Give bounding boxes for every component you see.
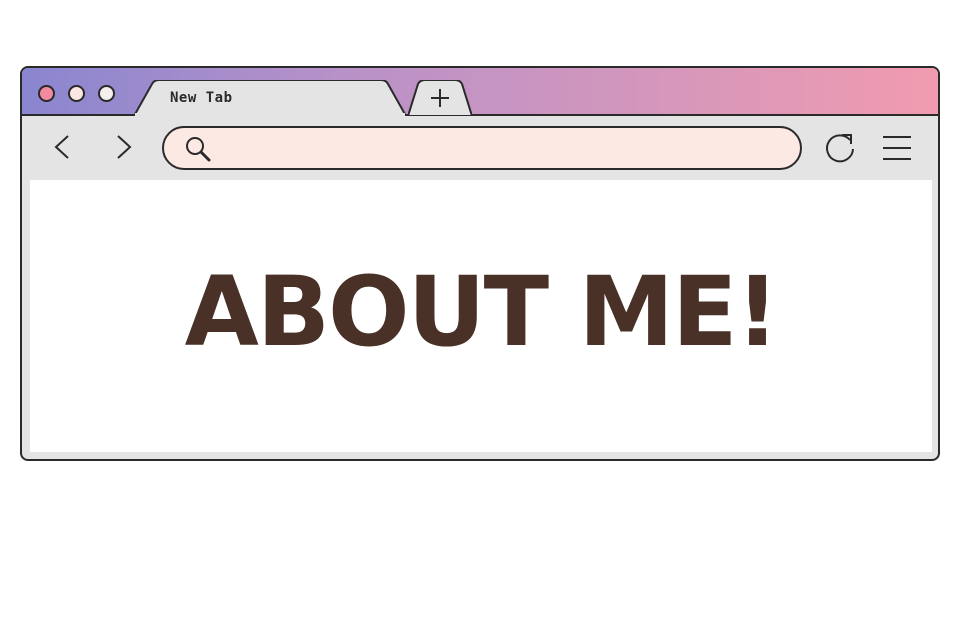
forward-button[interactable] xyxy=(110,134,136,160)
page-heading: ABOUT ME! xyxy=(184,256,780,368)
address-bar[interactable] xyxy=(162,126,802,170)
new-tab-button[interactable] xyxy=(408,80,472,116)
tab-label: New Tab xyxy=(170,90,233,106)
chevron-right-icon xyxy=(117,135,132,159)
maximize-window-button[interactable] xyxy=(98,85,115,102)
hamburger-menu-icon xyxy=(883,136,911,160)
search-icon xyxy=(186,137,211,162)
chevron-left-icon xyxy=(54,135,69,159)
navigation-toolbar xyxy=(22,116,938,178)
back-button[interactable] xyxy=(50,134,76,160)
browser-window: New Tab ABOUT ME! xyxy=(20,66,940,461)
reload-button[interactable] xyxy=(822,130,858,166)
reload-icon xyxy=(826,134,854,163)
title-bar: New Tab xyxy=(22,68,938,116)
close-window-button[interactable] xyxy=(38,85,55,102)
menu-button[interactable] xyxy=(880,132,914,164)
page-content: ABOUT ME! xyxy=(30,180,932,452)
url-input[interactable] xyxy=(222,134,786,164)
minimize-window-button[interactable] xyxy=(68,85,85,102)
